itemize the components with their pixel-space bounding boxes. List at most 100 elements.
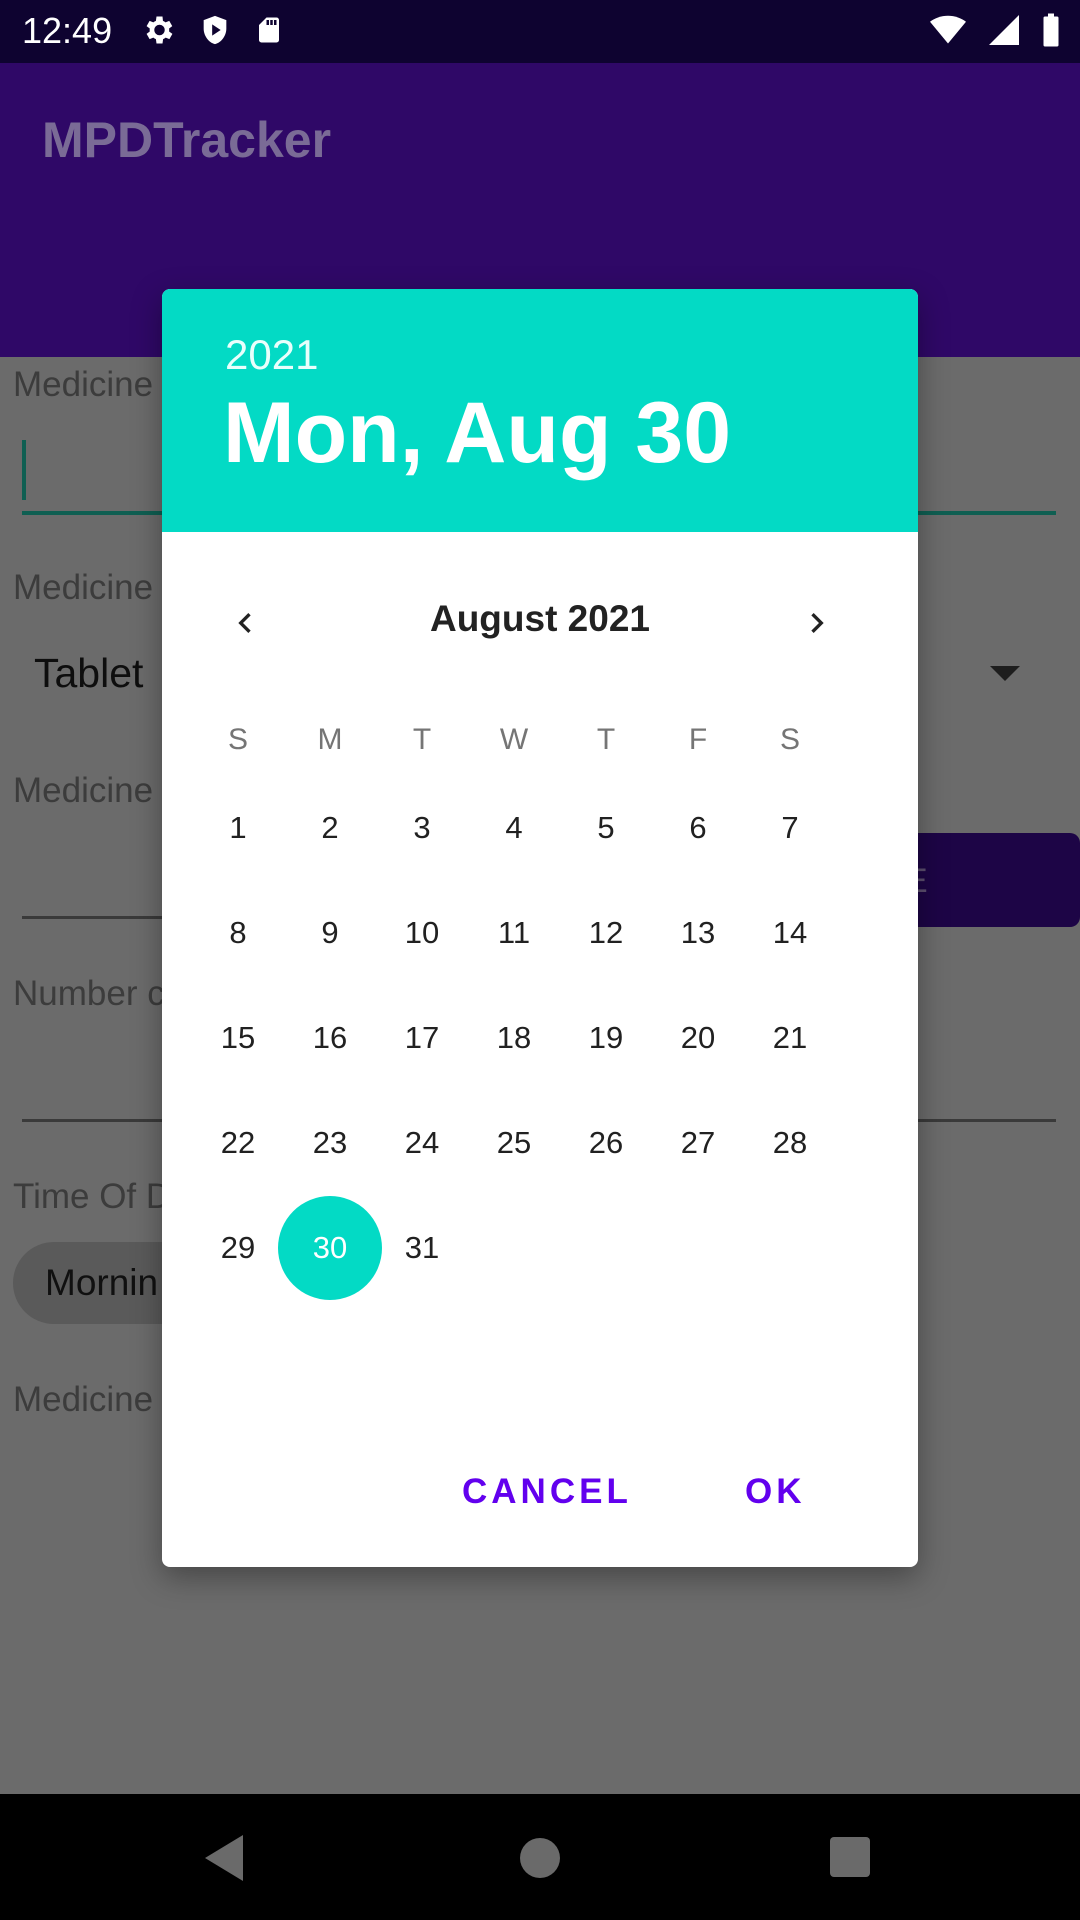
wifi-icon bbox=[930, 15, 966, 44]
calendar-day[interactable]: 22 bbox=[192, 1090, 284, 1195]
calendar-day-number: 6 bbox=[689, 809, 707, 845]
signal-icon bbox=[989, 15, 1019, 45]
back-icon[interactable] bbox=[205, 1835, 243, 1881]
chevron-right-icon bbox=[811, 613, 824, 633]
shield-play-icon bbox=[203, 15, 227, 45]
calendar-day[interactable]: 10 bbox=[376, 880, 468, 985]
gear-icon bbox=[146, 16, 173, 44]
calendar-day[interactable]: 11 bbox=[468, 880, 560, 985]
calendar-day-number: 7 bbox=[781, 809, 799, 845]
medicine-type-spinner[interactable]: Tablet bbox=[34, 650, 143, 697]
calendar-week-row: 29 30 31 bbox=[192, 1195, 838, 1300]
calendar-day[interactable]: 8 bbox=[192, 880, 284, 985]
calendar-day[interactable]: 1 bbox=[192, 775, 284, 880]
calendar-day-number: 25 bbox=[496, 1124, 532, 1160]
calendar-day[interactable]: 28 bbox=[744, 1090, 836, 1195]
calendar-day-number: 27 bbox=[680, 1124, 716, 1160]
calendar-week-row: 8 9 10 11 12 13 14 bbox=[192, 880, 838, 985]
weekday-label: S bbox=[779, 723, 800, 756]
calendar-day[interactable]: 15 bbox=[192, 985, 284, 1090]
calendar-day-number: 20 bbox=[680, 1019, 716, 1055]
calendar-day-number: 17 bbox=[404, 1019, 440, 1055]
header-year[interactable]: 2021 bbox=[225, 331, 318, 379]
calendar-day[interactable]: 16 bbox=[284, 985, 376, 1090]
calendar-day[interactable]: 2 bbox=[284, 775, 376, 880]
morning-chip-label: Mornin bbox=[45, 1262, 159, 1303]
calendar-day[interactable]: 3 bbox=[376, 775, 468, 880]
number-label: Number c bbox=[13, 974, 165, 1013]
weekday-label: M bbox=[317, 723, 343, 756]
calendar-week-row: 22 23 24 25 26 27 28 bbox=[192, 1090, 838, 1195]
calendar-day-number: 5 bbox=[597, 809, 615, 845]
status-icons-right bbox=[928, 12, 1062, 48]
calendar-day[interactable]: 12 bbox=[560, 880, 652, 985]
calendar-day-number: 30 bbox=[312, 1229, 348, 1265]
calendar-week-row: 1 2 3 4 5 6 7 bbox=[192, 775, 838, 880]
calendar-empty-cell bbox=[744, 1195, 836, 1300]
calendar-day-number: 1 bbox=[229, 809, 247, 845]
calendar-day-number: 3 bbox=[413, 809, 431, 845]
calendar-day[interactable]: 19 bbox=[560, 985, 652, 1090]
weekday-header-row: S M T W T F S bbox=[192, 723, 838, 757]
weekday-label: T bbox=[596, 723, 616, 756]
calendar-day[interactable]: 27 bbox=[652, 1090, 744, 1195]
calendar-day[interactable]: 4 bbox=[468, 775, 560, 880]
calendar-day[interactable]: 21 bbox=[744, 985, 836, 1090]
calendar-day[interactable]: 20 bbox=[652, 985, 744, 1090]
weekday-label: S bbox=[227, 723, 248, 756]
calendar-empty-cell bbox=[468, 1195, 560, 1300]
status-time: 12:49 bbox=[22, 10, 113, 51]
cancel-button[interactable]: CANCEL bbox=[462, 1472, 632, 1512]
calendar-day-selected[interactable]: 30 bbox=[284, 1195, 376, 1300]
calendar-week-row: 15 16 17 18 19 20 21 bbox=[192, 985, 838, 1090]
calendar-day[interactable]: 7 bbox=[744, 775, 836, 880]
calendar-empty-cell bbox=[560, 1195, 652, 1300]
calendar-day[interactable]: 23 bbox=[284, 1090, 376, 1195]
calendar-day-number: 29 bbox=[220, 1229, 256, 1265]
calendar-day[interactable]: 13 bbox=[652, 880, 744, 985]
calendar-day[interactable]: 29 bbox=[192, 1195, 284, 1300]
medicine-type-label: Medicine bbox=[13, 568, 154, 607]
calendar-day-number: 10 bbox=[404, 914, 440, 950]
home-icon[interactable] bbox=[520, 1838, 560, 1878]
battery-icon bbox=[1043, 13, 1059, 47]
text-cursor bbox=[22, 440, 26, 500]
medicine-date-label: Medicine bbox=[13, 771, 154, 810]
calendar-day-number: 22 bbox=[220, 1124, 256, 1160]
calendar-day-number: 31 bbox=[404, 1229, 440, 1265]
calendar-day[interactable]: 17 bbox=[376, 985, 468, 1090]
next-month-button[interactable] bbox=[789, 595, 845, 651]
calendar-day-number: 26 bbox=[588, 1124, 624, 1160]
medicine-name-label: Medicine bbox=[13, 365, 154, 404]
calendar-grid: 1 2 3 4 5 6 7 8 9 10 11 12 13 14 15 16 17 18 19 20 21 22 23 24 2… bbox=[192, 775, 838, 1300]
calendar-day-number: 4 bbox=[505, 809, 523, 845]
date-picker-dialog: 2021 Mon, Aug 30 August 2021 S M T W T F… bbox=[162, 289, 918, 1567]
calendar-day-number: 24 bbox=[404, 1124, 440, 1160]
ok-button[interactable]: OK bbox=[745, 1472, 806, 1512]
calendar-empty-cell bbox=[652, 1195, 744, 1300]
calendar-day[interactable]: 24 bbox=[376, 1090, 468, 1195]
weekday-label: W bbox=[499, 723, 529, 756]
calendar-day[interactable]: 31 bbox=[376, 1195, 468, 1300]
calendar-day[interactable]: 6 bbox=[652, 775, 744, 880]
calendar-day[interactable]: 18 bbox=[468, 985, 560, 1090]
calendar-day[interactable]: 26 bbox=[560, 1090, 652, 1195]
calendar-day-number: 28 bbox=[772, 1124, 808, 1160]
calendar-day[interactable]: 9 bbox=[284, 880, 376, 985]
calendar-day[interactable]: 25 bbox=[468, 1090, 560, 1195]
calendar-day-number: 16 bbox=[312, 1019, 348, 1055]
header-date[interactable]: Mon, Aug 30 bbox=[223, 384, 731, 483]
calendar-day[interactable]: 14 bbox=[744, 880, 836, 985]
calendar-day-number: 9 bbox=[321, 914, 339, 950]
sd-card-icon bbox=[259, 17, 279, 43]
calendar-day-number: 15 bbox=[220, 1019, 256, 1055]
calendar-day-number: 14 bbox=[772, 914, 808, 950]
calendar-day[interactable]: 5 bbox=[560, 775, 652, 880]
calendar-day-number: 13 bbox=[680, 914, 716, 950]
weekday-label: F bbox=[688, 723, 708, 756]
medicine-extra-label: Medicine bbox=[13, 1380, 154, 1419]
dropdown-arrow-icon[interactable] bbox=[990, 666, 1020, 681]
recent-apps-icon[interactable] bbox=[830, 1837, 870, 1877]
calendar-day-number: 18 bbox=[496, 1019, 532, 1055]
time-of-day-label: Time Of D bbox=[13, 1177, 172, 1216]
